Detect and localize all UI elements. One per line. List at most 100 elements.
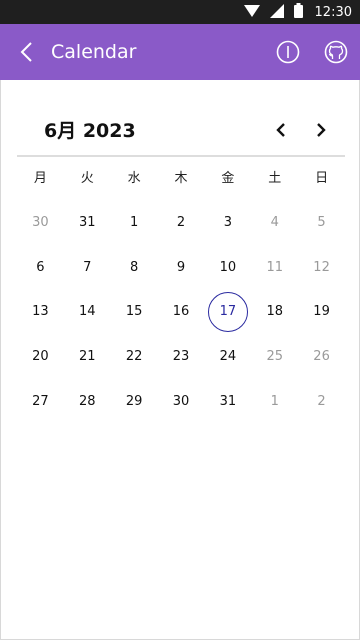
day-number: 9	[176, 259, 186, 275]
weekday-label: 土	[268, 171, 282, 186]
day-number: 28	[79, 394, 96, 410]
day-cell[interactable]: 30	[158, 379, 205, 424]
chevron-right-icon	[317, 123, 326, 137]
calendar-panel: 6月 2023 月 火 水 木 金 土 日 30 31 1 2 3 4 5 6 7 8 9 10 11 1…	[0, 80, 360, 640]
day-cell[interactable]: 1	[111, 200, 158, 245]
day-number: 10	[219, 259, 237, 275]
day-number: 20	[32, 349, 49, 365]
day-number: 5	[317, 214, 326, 230]
day-cell[interactable]: 22	[111, 334, 158, 379]
back-button[interactable]	[12, 38, 40, 66]
day-grid: 30 31 1 2 3 4 5 6 7 8 9 10 11 12 13 14 15 16 17 18 19 20 21 22 2…	[17, 200, 345, 424]
app-title: Calendar	[51, 41, 137, 63]
day-cell[interactable]: 16	[158, 290, 205, 335]
day-number: 22	[125, 349, 143, 365]
day-number: 15	[125, 304, 143, 320]
weekday-label: 木	[174, 171, 188, 186]
day-cell[interactable]: 23	[158, 334, 205, 379]
day-cell[interactable]: 21	[64, 334, 111, 379]
day-number: 26	[313, 349, 330, 365]
status-time: 12:30	[314, 4, 352, 20]
weekday-label: 日	[315, 171, 329, 186]
divider	[17, 155, 345, 157]
day-number: 29	[125, 394, 143, 410]
day-number: 2	[317, 394, 326, 410]
day-cell[interactable]: 31	[64, 200, 111, 245]
weekday-label: 火	[80, 171, 94, 186]
day-cell[interactable]: 10	[204, 245, 251, 290]
day-cell[interactable]: 24	[204, 334, 251, 379]
day-cell[interactable]: 9	[158, 245, 205, 290]
prev-month-button[interactable]	[269, 118, 293, 142]
info-button[interactable]	[276, 40, 300, 64]
day-number: 18	[266, 304, 283, 320]
chevron-left-icon	[276, 123, 285, 137]
day-cell[interactable]: 19	[298, 290, 345, 335]
day-cell[interactable]: 28	[64, 379, 111, 424]
day-cell[interactable]: 7	[64, 245, 111, 290]
day-number: 24	[219, 349, 237, 365]
day-cell[interactable]: 15	[111, 290, 158, 335]
day-cell[interactable]: 30	[17, 200, 64, 245]
status-bar: 12:30	[0, 0, 360, 24]
day-number: 3	[223, 214, 232, 230]
day-cell[interactable]: 11	[251, 245, 298, 290]
day-cell[interactable]: 3	[204, 200, 251, 245]
weekday-label: 水	[127, 171, 141, 186]
day-cell[interactable]: 12	[298, 245, 345, 290]
github-button[interactable]	[324, 40, 348, 64]
day-number: 6	[36, 259, 45, 275]
day-number: 19	[313, 304, 330, 320]
day-number: 13	[32, 304, 49, 320]
day-number: 2	[176, 214, 186, 230]
day-cell[interactable]: 14	[64, 290, 111, 335]
day-number: 8	[129, 259, 139, 275]
info-icon	[276, 40, 300, 64]
day-cell[interactable]: 13	[17, 290, 64, 335]
app-bar: Calendar	[0, 24, 360, 80]
month-title: 6月 2023	[44, 120, 136, 142]
day-number: 27	[32, 394, 49, 410]
signal-icon	[269, 3, 284, 22]
back-arrow-icon	[20, 42, 32, 62]
day-cell-selected[interactable]: 17	[204, 290, 251, 335]
day-cell[interactable]: 2	[298, 379, 345, 424]
status-icons: 12:30	[243, 0, 352, 24]
day-cell[interactable]: 2	[158, 200, 205, 245]
day-number: 31	[219, 394, 237, 410]
day-cell[interactable]: 29	[111, 379, 158, 424]
day-number: 4	[270, 214, 279, 230]
day-cell[interactable]: 4	[251, 200, 298, 245]
day-number: 17	[207, 291, 248, 332]
day-cell[interactable]: 1	[251, 379, 298, 424]
next-month-button[interactable]	[309, 118, 333, 142]
day-cell[interactable]: 6	[17, 245, 64, 290]
day-cell[interactable]: 31	[204, 379, 251, 424]
day-number: 1	[129, 214, 139, 230]
day-number: 12	[313, 259, 330, 275]
day-number: 21	[79, 349, 96, 365]
day-cell[interactable]: 20	[17, 334, 64, 379]
weekday-header: 月 火 水 木 金 土 日	[17, 168, 345, 192]
wifi-icon	[243, 3, 260, 22]
day-number: 1	[270, 394, 279, 410]
day-number: 16	[172, 304, 190, 320]
day-number: 30	[32, 214, 49, 230]
battery-icon	[293, 2, 303, 22]
day-number: 30	[172, 394, 190, 410]
day-number: 23	[172, 349, 190, 365]
day-number: 25	[266, 349, 283, 365]
day-number: 7	[83, 259, 92, 275]
day-cell[interactable]: 26	[298, 334, 345, 379]
day-number: 11	[266, 259, 283, 275]
day-cell[interactable]: 8	[111, 245, 158, 290]
github-icon	[324, 40, 348, 64]
day-number: 14	[79, 304, 96, 320]
day-cell[interactable]: 18	[251, 290, 298, 335]
weekday-label: 金	[221, 171, 235, 186]
day-cell[interactable]: 25	[251, 334, 298, 379]
day-number: 31	[79, 214, 96, 230]
day-cell[interactable]: 27	[17, 379, 64, 424]
day-cell[interactable]: 5	[298, 200, 345, 245]
weekday-label: 月	[33, 171, 47, 186]
